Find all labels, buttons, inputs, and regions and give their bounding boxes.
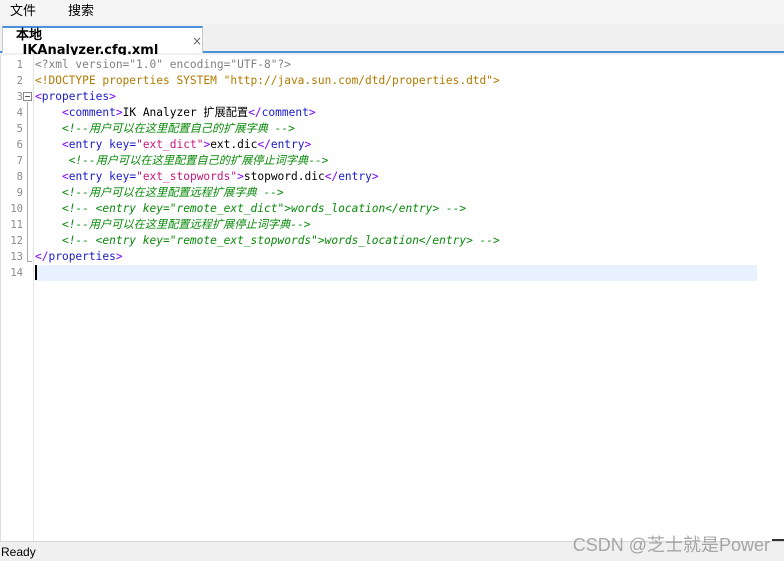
line-number: 14: [10, 267, 23, 279]
line-number: 8: [16, 171, 23, 183]
resize-grip[interactable]: [772, 539, 784, 541]
tag-bracket: >: [371, 170, 379, 183]
tag-bracket: >: [308, 106, 316, 119]
tag-bracket: <: [35, 90, 42, 103]
code-line: <!-- <entry key="remote_ext_dict">words_…: [35, 201, 757, 217]
line-number: 1: [16, 59, 23, 71]
code-line: <entry key="ext_stopwords">stopword.dic<…: [35, 169, 757, 185]
tag-name: entry: [338, 170, 372, 183]
menu-search[interactable]: 搜索: [59, 0, 103, 24]
tag-name: comment: [261, 106, 309, 119]
line-number-gutter: 1 2 3 4 5 6 7 8 9 10 11 12 13 14: [1, 55, 34, 541]
text-content: ext.dic: [210, 138, 258, 151]
attribute-name: key=: [102, 170, 137, 183]
line-number: 13: [10, 251, 23, 263]
xml-comment: <!--用户可以在这里配置远程扩展字典 -->: [61, 186, 284, 199]
tag-bracket: <: [61, 106, 69, 119]
tag-name: entry: [68, 170, 103, 183]
attribute-name: key=: [102, 138, 137, 151]
text-content: IK Analyzer 扩展配置: [122, 106, 249, 119]
close-icon[interactable]: ×: [192, 35, 202, 47]
line-number: 11: [10, 219, 23, 231]
xml-declaration: <?xml version="1.0" encoding="UTF-8"?>: [35, 58, 291, 71]
line-number: 4: [16, 107, 23, 119]
tag-name: comment: [68, 106, 116, 119]
status-text: Ready: [1, 545, 36, 559]
code-line: <comment>IK Analyzer 扩展配置</comment>: [35, 105, 757, 121]
fold-guide-end: [27, 261, 32, 262]
tag-bracket: >: [115, 250, 123, 263]
tag-bracket: <: [61, 170, 69, 183]
xml-comment: <!-- <entry key="remote_ext_dict">words_…: [61, 202, 467, 215]
text-caret: [35, 265, 37, 280]
code-line: <!DOCTYPE properties SYSTEM "http://java…: [35, 73, 757, 89]
xml-comment: <!--用户可以在这里配置远程扩展停止词字典-->: [61, 218, 311, 231]
tag-bracket: >: [304, 138, 312, 151]
tag-name: entry: [68, 138, 103, 151]
fold-collapse-icon[interactable]: [23, 92, 32, 101]
current-line[interactable]: [35, 265, 757, 281]
code-area[interactable]: <?xml version="1.0" encoding="UTF-8"?> <…: [35, 57, 757, 281]
menu-file[interactable]: 文件: [0, 0, 45, 24]
tag-bracket: >: [115, 106, 123, 119]
line-number: 6: [16, 139, 23, 151]
tag-name: properties: [48, 250, 116, 263]
tag-bracket: >: [237, 170, 244, 183]
xml-comment: <!--用户可以在这里配置自己的扩展停止词字典-->: [68, 154, 329, 167]
line-number: 12: [10, 235, 23, 247]
tag-bracket: <: [61, 138, 69, 151]
line-number: 3: [16, 91, 23, 103]
tag-bracket: >: [109, 90, 116, 103]
tag-name: properties: [41, 90, 110, 103]
tab-bar: 本地_IKAnalyzer.cfg.xml ×: [0, 24, 784, 58]
line-number: 2: [16, 75, 23, 87]
xml-comment: <!--用户可以在这里配置自己的扩展字典 -->: [61, 122, 295, 135]
attribute-value: "ext_stopwords": [136, 170, 238, 183]
code-line: <!-- <entry key="remote_ext_stopwords">w…: [35, 233, 757, 249]
line-number: 7: [16, 155, 23, 167]
xml-comment: <!-- <entry key="remote_ext_stopwords">w…: [61, 234, 500, 247]
code-line: <!--用户可以在这里配置自己的扩展字典 -->: [35, 121, 757, 137]
tag-bracket: </: [35, 250, 49, 263]
tag-bracket: </: [324, 170, 339, 183]
tab-file[interactable]: 本地_IKAnalyzer.cfg.xml ×: [2, 26, 203, 58]
line-number: 9: [16, 187, 23, 199]
code-line: <?xml version="1.0" encoding="UTF-8"?>: [35, 57, 757, 73]
fold-guide-line: [27, 102, 28, 262]
tab-label: 本地_IKAnalyzer.cfg.xml: [16, 27, 159, 58]
tag-bracket: </: [257, 138, 271, 151]
doctype-declaration: <!DOCTYPE properties SYSTEM "http://java…: [35, 74, 500, 87]
menu-bar: 文件 搜索: [0, 0, 784, 24]
code-line: <!--用户可以在这里配置远程扩展字典 -->: [35, 185, 757, 201]
tag-name: entry: [270, 138, 305, 151]
code-line: <properties>: [35, 89, 757, 105]
attribute-value: "ext_dict": [136, 138, 204, 151]
line-number: 10: [10, 203, 23, 215]
code-line: <!--用户可以在这里配置自己的扩展停止词字典-->: [35, 153, 757, 169]
tag-bracket: </: [248, 106, 262, 119]
text-content: stopword.dic: [243, 170, 325, 183]
line-number: 5: [16, 123, 23, 135]
code-line: </properties>: [35, 249, 757, 265]
code-line: <entry key="ext_dict">ext.dic</entry>: [35, 137, 757, 153]
code-editor[interactable]: 1 2 3 4 5 6 7 8 9 10 11 12 13 14 <?xml version="1.0" …: [0, 55, 784, 541]
code-line: <!--用户可以在这里配置远程扩展停止词字典-->: [35, 217, 757, 233]
watermark: CSDN @芝士就是Power: [572, 535, 770, 555]
